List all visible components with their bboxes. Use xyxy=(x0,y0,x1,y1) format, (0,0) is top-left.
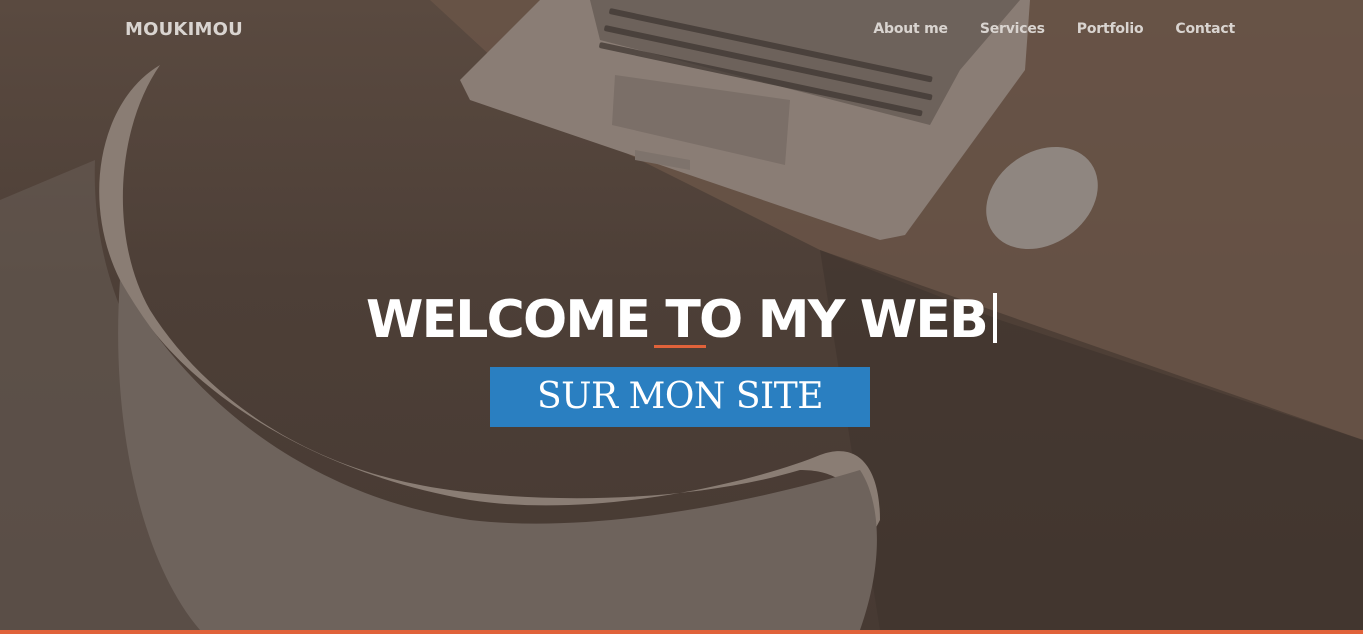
hero-divider xyxy=(654,345,706,348)
cta-button[interactable]: SUR MON SITE xyxy=(490,367,870,427)
nav-link-services[interactable]: Services xyxy=(980,21,1045,37)
hero-section: MOUKIMOU About me Services Portfolio Con… xyxy=(0,0,1363,630)
navbar: MOUKIMOU About me Services Portfolio Con… xyxy=(0,0,1363,62)
hero-headline-text: WELCOME TO MY WEB xyxy=(366,289,989,350)
hero-headline: WELCOME TO MY WEB xyxy=(0,288,1363,352)
nav-link-portfolio[interactable]: Portfolio xyxy=(1077,21,1144,37)
bottom-accent-bar xyxy=(0,630,1363,634)
typing-cursor xyxy=(992,292,997,343)
brand-logo[interactable]: MOUKIMOU xyxy=(125,19,243,40)
nav-link-about-me[interactable]: About me xyxy=(873,21,948,37)
nav-link-contact[interactable]: Contact xyxy=(1175,21,1235,37)
nav-menu: About me Services Portfolio Contact xyxy=(841,21,1235,37)
